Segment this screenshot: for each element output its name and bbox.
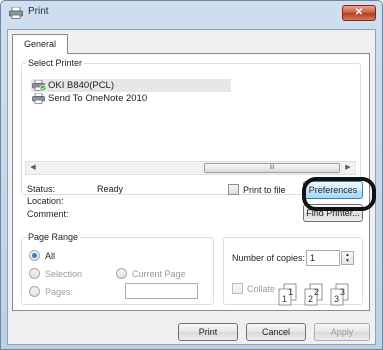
collate-page-label: 1 <box>282 294 287 304</box>
collate-page-label: 1 <box>288 287 293 297</box>
print-to-file-checkbox[interactable] <box>228 184 239 195</box>
spin-down-icon[interactable]: ▼ <box>342 258 353 264</box>
printer-icon <box>9 7 23 19</box>
collate-page-label: 2 <box>314 287 319 297</box>
pages-label: Pages: <box>45 287 74 297</box>
title-bar[interactable]: Print ✕ <box>1 1 382 25</box>
number-of-copies-label: Number of copies: <box>232 253 306 263</box>
collate-label: Collate <box>247 284 276 294</box>
pages-input[interactable] <box>125 283 198 299</box>
tab-general[interactable]: General <box>12 34 68 54</box>
print-dialog: Print ✕ General Select Printer OKI B840(… <box>0 0 383 350</box>
printer-item-send-to-onenote[interactable]: Send To OneNote 2010 <box>31 92 147 105</box>
location-label: Location: <box>27 196 64 206</box>
select-printer-label: Select Printer <box>28 58 83 68</box>
current-page-label: Current Page <box>132 269 186 279</box>
print-button[interactable]: Print <box>178 323 238 341</box>
printer-icon <box>32 93 45 104</box>
print-to-file-label: Print to file <box>243 185 286 195</box>
collate-preview-icon: 1 1 2 2 3 3 <box>278 283 349 306</box>
scroll-thumb[interactable]: III <box>204 163 340 173</box>
status-label: Status: <box>27 184 56 194</box>
all-pages-label: All <box>45 251 56 261</box>
selection-radio[interactable] <box>29 268 40 279</box>
scroll-right-arrow-icon[interactable]: ▶ <box>341 162 355 174</box>
comment-label: Comment: <box>27 209 69 219</box>
all-pages-radio[interactable] <box>29 250 40 261</box>
copies-input[interactable]: 1 <box>306 250 340 266</box>
collate-checkbox[interactable] <box>232 283 243 294</box>
page-range-label: Page Range <box>28 232 79 242</box>
cancel-button[interactable]: Cancel <box>246 323 306 341</box>
collate-page-label: 3 <box>340 287 345 297</box>
close-button[interactable]: ✕ <box>342 5 376 21</box>
printer-list-scrollbar[interactable]: ◀ III ▶ <box>25 161 356 175</box>
printer-name: OKI B840(PCL) <box>48 80 114 91</box>
scroll-left-arrow-icon[interactable]: ◀ <box>26 162 40 174</box>
collate-page-label: 2 <box>308 294 313 304</box>
printer-list[interactable]: OKI B840(PCL) Send To OneNote 2010 <box>25 74 354 136</box>
close-icon: ✕ <box>354 7 364 18</box>
preferences-highlight-callout <box>302 177 376 211</box>
printer-item-oki-b840[interactable]: OKI B840(PCL) <box>31 79 231 92</box>
selection-label: Selection <box>45 269 83 279</box>
window-title: Print <box>28 6 49 17</box>
printer-name: Send To OneNote 2010 <box>48 93 148 104</box>
dialog-client-area: General Select Printer OKI B840(PCL) Sen… <box>7 29 376 345</box>
printer-default-icon <box>32 80 46 91</box>
collate-page-label: 3 <box>334 294 339 304</box>
apply-button[interactable]: Apply <box>314 323 370 341</box>
copies-spinner[interactable]: ▲ ▼ <box>341 251 354 265</box>
status-value: Ready <box>97 184 124 194</box>
current-page-radio[interactable] <box>116 268 127 279</box>
pages-radio[interactable] <box>29 286 40 297</box>
